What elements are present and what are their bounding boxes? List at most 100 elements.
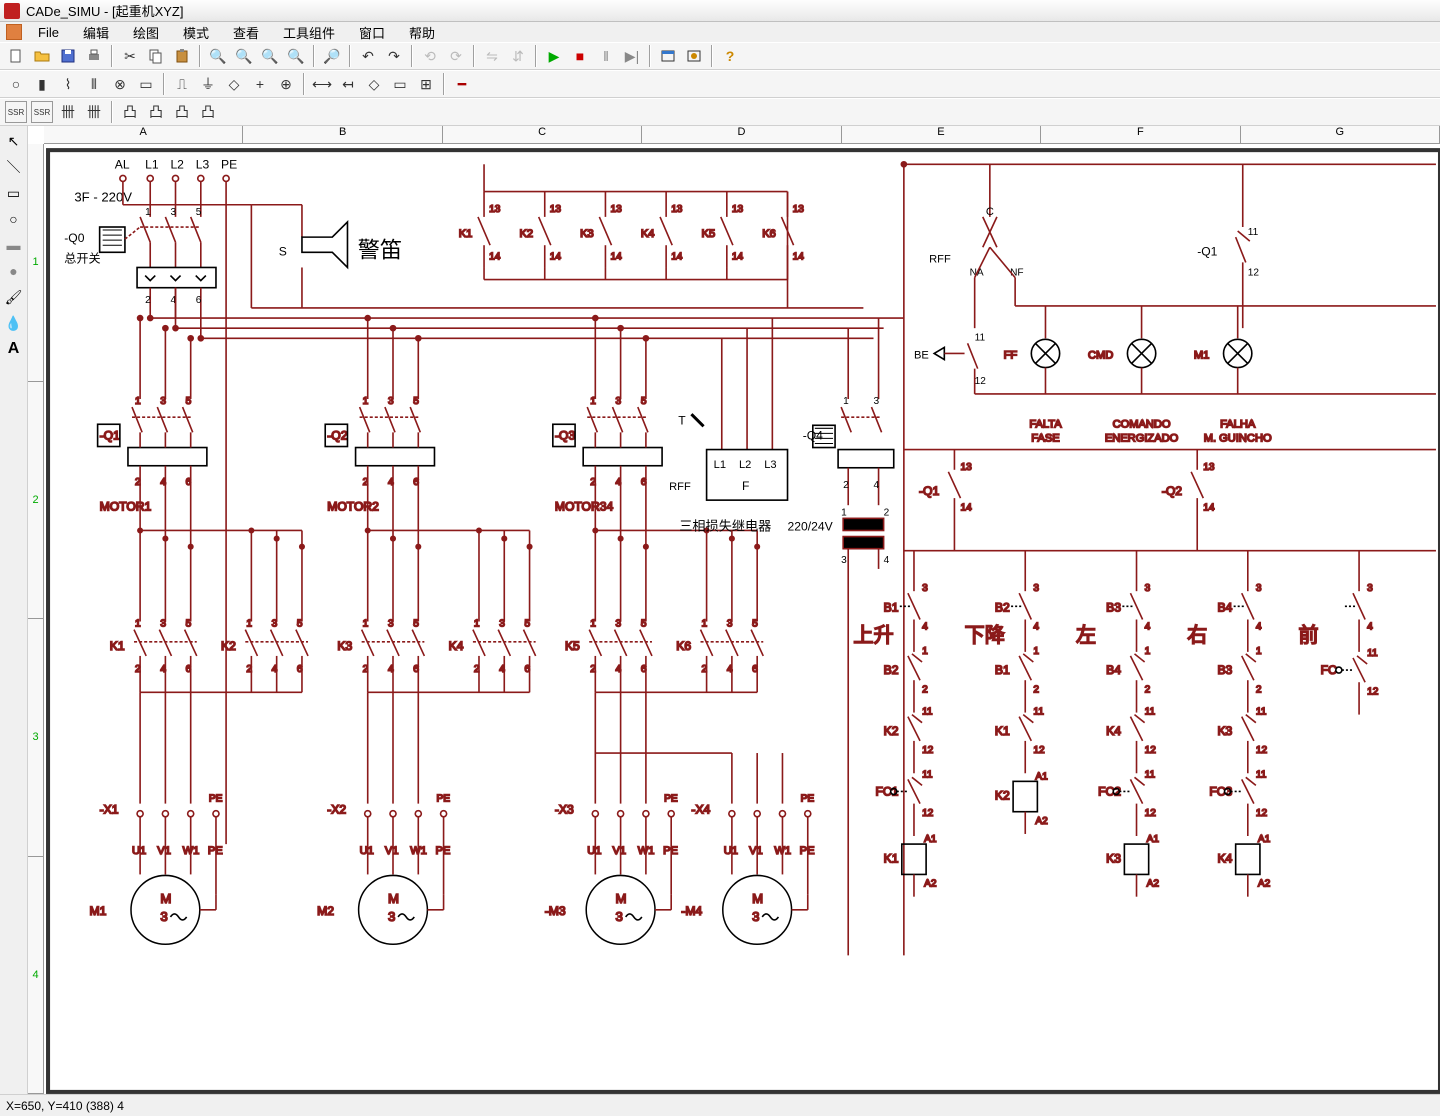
dim2-icon[interactable]: ↤ <box>337 73 359 95</box>
pointer-icon[interactable]: ↖ <box>3 130 25 152</box>
status-bar: X=650, Y=410 (388) 4 <box>0 1094 1440 1116</box>
contact-no-icon[interactable]: ⌇ <box>57 73 79 95</box>
ground-icon[interactable]: ⏚ <box>197 73 219 95</box>
svg-text:1: 1 <box>590 619 596 630</box>
settings-icon[interactable] <box>683 45 705 67</box>
toolbar-components-1: ○ ▮ ⌇ ⦀ ⊗ ▭ ⎍ ⏚ ◇ + ⊕ ⟷ ↤ ◇ ▭ ⊞ ━ <box>0 70 1440 98</box>
pause-icon[interactable]: ‖ <box>595 45 617 67</box>
menu-help[interactable]: 帮助 <box>397 22 447 43</box>
ssr1-icon[interactable]: SSR <box>5 101 27 123</box>
comb1-icon[interactable]: 卌 <box>57 101 79 123</box>
ct1-icon[interactable]: 凸 <box>119 101 141 123</box>
svg-text:A2: A2 <box>1147 879 1160 890</box>
text-icon[interactable]: A <box>3 338 25 360</box>
canvas[interactable]: A B C D E F G 1 2 3 4 AL L1 L2 <box>28 126 1440 1094</box>
ct4-icon[interactable]: 凸 <box>197 101 219 123</box>
rotate-left-icon[interactable]: ⟲ <box>419 45 441 67</box>
new-icon[interactable] <box>5 45 27 67</box>
svg-text:11: 11 <box>1145 769 1156 780</box>
lamp-icon[interactable]: ⊗ <box>109 73 131 95</box>
svg-text:U1: U1 <box>132 845 146 857</box>
svg-text:MOTOR34: MOTOR34 <box>555 499 614 513</box>
rect-icon[interactable]: ▭ <box>3 182 25 204</box>
svg-text:K4: K4 <box>1217 851 1232 865</box>
stop-icon[interactable]: ■ <box>569 45 591 67</box>
svg-text:U1: U1 <box>724 845 738 857</box>
svg-text:下降: 下降 <box>965 624 1005 647</box>
comb2-icon[interactable]: 卌 <box>83 101 105 123</box>
step-icon[interactable]: ▶| <box>621 45 643 67</box>
zoom-window-icon[interactable]: 🔍 <box>285 45 307 67</box>
dim-icon[interactable]: ⟷ <box>311 73 333 95</box>
svg-text:13: 13 <box>610 204 622 215</box>
save-icon[interactable] <box>57 45 79 67</box>
mirror-v-icon[interactable]: ⇵ <box>507 45 529 67</box>
component-icon[interactable]: ▮ <box>31 73 53 95</box>
svg-text:3: 3 <box>499 619 505 630</box>
menu-file[interactable]: File <box>26 24 71 41</box>
redo-icon[interactable]: ↷ <box>383 45 405 67</box>
menu-edit[interactable]: 编辑 <box>71 22 121 43</box>
paste-icon[interactable] <box>171 45 193 67</box>
rotate-right-icon[interactable]: ⟳ <box>445 45 467 67</box>
copy-icon[interactable] <box>145 45 167 67</box>
svg-text:M: M <box>752 891 763 906</box>
svg-text:1: 1 <box>1256 646 1262 657</box>
ruler-col: C <box>443 126 642 143</box>
help-icon[interactable]: ? <box>719 45 741 67</box>
ellipse-icon[interactable]: ○ <box>3 208 25 230</box>
svg-text:MOTOR2: MOTOR2 <box>327 499 379 513</box>
paint-icon[interactable]: 🖌 <box>3 286 25 308</box>
svg-text:1: 1 <box>474 619 480 630</box>
contact-nc-icon[interactable]: ⦀ <box>83 73 105 95</box>
svg-text:B4: B4 <box>1217 600 1232 614</box>
ssr2-icon[interactable]: SSR <box>31 101 53 123</box>
find-icon[interactable]: 🔎 <box>321 45 343 67</box>
line-icon[interactable]: ＼ <box>3 156 25 178</box>
menu-draw[interactable]: 绘图 <box>121 22 171 43</box>
svg-text:11: 11 <box>1367 648 1378 659</box>
menu-view[interactable]: 查看 <box>221 22 271 43</box>
menu-window[interactable]: 窗口 <box>347 22 397 43</box>
frect-icon[interactable]: ▬ <box>3 234 25 256</box>
svg-text:MOTOR1: MOTOR1 <box>100 499 152 513</box>
ruler-vertical: 1 2 3 4 <box>28 144 44 1094</box>
junction-icon[interactable]: ⎍ <box>171 73 193 95</box>
fellipse-icon[interactable]: ● <box>3 260 25 282</box>
cross-icon[interactable]: + <box>249 73 271 95</box>
window-icon[interactable] <box>657 45 679 67</box>
zoom-out-icon[interactable]: 🔍 <box>233 45 255 67</box>
zoom-in-icon[interactable]: 🔍 <box>207 45 229 67</box>
menu-mode[interactable]: 模式 <box>171 22 221 43</box>
svg-text:3: 3 <box>874 396 880 407</box>
svg-text:L2: L2 <box>170 157 184 171</box>
dim3-icon[interactable]: ◇ <box>363 73 385 95</box>
ct2-icon[interactable]: 凸 <box>145 101 167 123</box>
svg-text:5: 5 <box>413 619 419 630</box>
box-icon[interactable]: ▭ <box>135 73 157 95</box>
doc-icon <box>6 24 22 40</box>
zoom-fit-icon[interactable]: 🔍 <box>259 45 281 67</box>
svg-text:B2: B2 <box>884 663 899 677</box>
dropper-icon[interactable]: 💧 <box>3 312 25 334</box>
terminal-icon[interactable]: ○ <box>5 73 27 95</box>
svg-text:-Q1: -Q1 <box>100 428 120 442</box>
print-icon[interactable] <box>83 45 105 67</box>
dim5-icon[interactable]: ⊞ <box>415 73 437 95</box>
svg-text:B2: B2 <box>995 600 1010 614</box>
ct3-icon[interactable]: 凸 <box>171 101 193 123</box>
thru-icon[interactable]: ⊕ <box>275 73 297 95</box>
open-icon[interactable] <box>31 45 53 67</box>
svg-text:-M4: -M4 <box>681 904 702 918</box>
node-icon[interactable]: ◇ <box>223 73 245 95</box>
cut-icon[interactable]: ✂ <box>119 45 141 67</box>
undo-icon[interactable]: ↶ <box>357 45 379 67</box>
svg-text:COMANDO: COMANDO <box>1113 418 1171 430</box>
schematic-drawing[interactable]: AL L1 L2 L3 PE 3F - 220V -Q0 总开关 135 <box>44 144 1440 1094</box>
wire-icon[interactable]: ━ <box>451 73 473 95</box>
play-icon[interactable]: ▶ <box>543 45 565 67</box>
menu-tools[interactable]: 工具组件 <box>271 22 347 43</box>
dim4-icon[interactable]: ▭ <box>389 73 411 95</box>
mirror-h-icon[interactable]: ⇋ <box>481 45 503 67</box>
svg-text:-Q2: -Q2 <box>327 428 347 442</box>
